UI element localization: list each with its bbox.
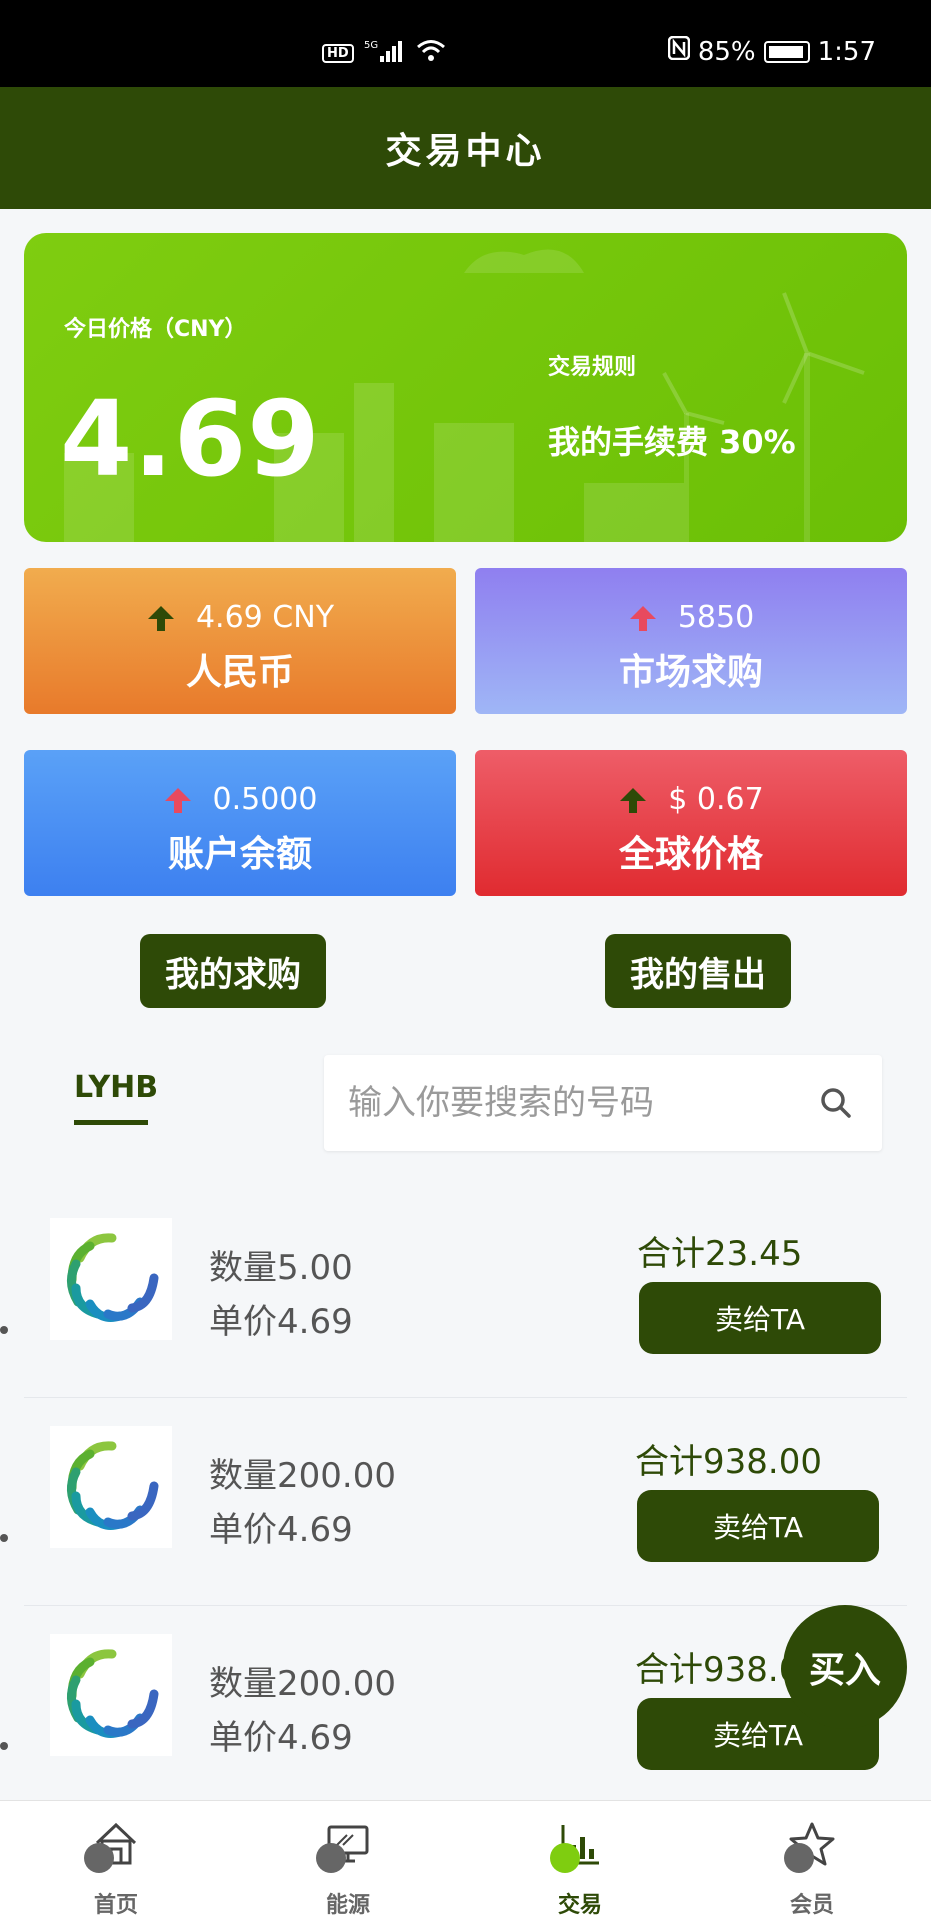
arrow-up-icon (629, 605, 656, 631)
tab-underline (74, 1120, 148, 1125)
stat-card-balance[interactable]: 0.5000 账户余额 (24, 750, 456, 896)
listing-quantity: 数量200.00 (209, 1456, 396, 1496)
bullet-dot (0, 1742, 8, 1750)
tab-lyhb[interactable]: LYHB (74, 1070, 158, 1105)
clock: 1:57 (817, 36, 876, 67)
buy-fab-button[interactable]: 买入 (783, 1605, 907, 1729)
bullet-dot (0, 1534, 8, 1542)
search-box (324, 1055, 882, 1151)
stat-value: 4.69 CNY (195, 600, 335, 635)
trade-rules-link[interactable]: 交易规则 (548, 349, 636, 381)
nav-dot (550, 1843, 580, 1873)
arrow-up-icon (164, 787, 191, 813)
arrow-up-icon (147, 605, 174, 631)
stat-label: 人民币 (185, 652, 294, 693)
listing-total: 合计23.45 (637, 1234, 803, 1274)
company-logo-icon (50, 1634, 172, 1756)
stat-value: 0.5000 (212, 782, 318, 817)
company-logo-icon (50, 1426, 172, 1548)
listing-item: 数量200.00 单价4.69 合计938.00 卖给TA (24, 1634, 907, 1814)
sell-to-them-button[interactable]: 卖给TA (637, 1490, 879, 1562)
signal-icon: 5G (364, 38, 406, 69)
search-icon[interactable] (820, 1087, 852, 1119)
nav-item-home[interactable]: 首页 (0, 1801, 232, 1920)
bullet-dot (0, 1326, 8, 1334)
nav-label: 能源 (325, 1893, 370, 1918)
status-bar: HD 5G 85% 1:57 (0, 0, 931, 87)
wifi-icon (416, 39, 446, 68)
nav-label: 会员 (789, 1893, 834, 1918)
nfc-icon (667, 35, 691, 67)
today-price-label: 今日价格（CNY） (64, 317, 247, 342)
price-card: 今日价格（CNY） 4.69 交易规则 我的手续费 30% (24, 233, 907, 542)
svg-text:5G: 5G (364, 40, 378, 51)
listing-unit-price: 单价4.69 (209, 1510, 353, 1550)
nav-dot (84, 1843, 114, 1873)
nav-item-trade[interactable]: 交易 (464, 1801, 696, 1920)
listing-unit-price: 单价4.69 (209, 1302, 353, 1342)
stat-label: 账户余额 (167, 834, 312, 875)
listing-item: 数量200.00 单价4.69 合计938.00 卖给TA (24, 1426, 907, 1606)
listing-item: 数量5.00 单价4.69 合计23.45 卖给TA (24, 1218, 907, 1398)
page-title: 交易中心 (385, 131, 546, 172)
battery-icon (763, 40, 810, 63)
app-header: 交易中心 (0, 87, 931, 209)
stat-card-global-price[interactable]: $ 0.67 全球价格 (475, 750, 907, 896)
company-logo-icon (50, 1218, 172, 1340)
stat-value: 5850 (677, 600, 755, 635)
arrow-up-icon (620, 787, 647, 813)
nav-dot (784, 1843, 814, 1873)
stat-label: 市场求购 (618, 652, 763, 693)
listing-total: 合计938.00 (635, 1442, 822, 1482)
today-price-value: 4.69 (60, 378, 321, 500)
my-buy-orders-button[interactable]: 我的求购 (140, 934, 326, 1008)
stat-label: 全球价格 (618, 834, 763, 875)
nav-item-energy[interactable]: 能源 (232, 1801, 464, 1920)
nav-label: 交易 (557, 1893, 602, 1918)
search-input[interactable] (348, 1077, 788, 1129)
stat-card-market-demand[interactable]: 5850 市场求购 (475, 568, 907, 714)
hd-icon: HD (322, 44, 354, 63)
nav-dot (316, 1843, 346, 1873)
listing-unit-price: 单价4.69 (209, 1718, 353, 1758)
nav-item-member[interactable]: 会员 (696, 1801, 928, 1920)
listing-quantity: 数量5.00 (209, 1248, 353, 1288)
listing-quantity: 数量200.00 (209, 1664, 396, 1704)
sell-to-them-button[interactable]: 卖给TA (639, 1282, 881, 1354)
fee-text: 我的手续费 30% (548, 423, 796, 461)
nav-label: 首页 (93, 1893, 138, 1918)
bottom-nav: 首页 能源 交易 会员 (0, 1800, 931, 1920)
battery-percent: 85% (697, 36, 756, 67)
stat-value: $ 0.67 (668, 782, 764, 817)
stat-card-cny[interactable]: 4.69 CNY 人民币 (24, 568, 456, 714)
my-sales-button[interactable]: 我的售出 (605, 934, 791, 1008)
